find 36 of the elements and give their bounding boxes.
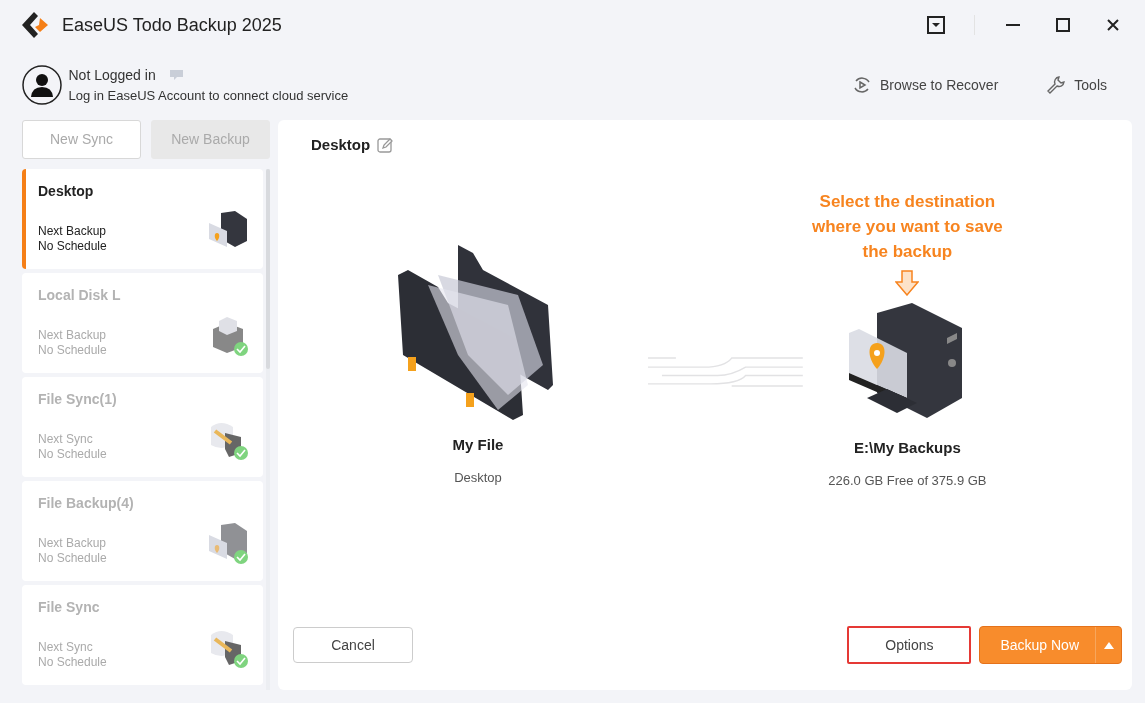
source-name: My File bbox=[452, 434, 504, 455]
schedule-text: No Schedule bbox=[38, 239, 108, 254]
login-status: Not Logged in bbox=[68, 65, 156, 85]
schedule-text: No Schedule bbox=[38, 343, 108, 358]
schedule-text: No Schedule bbox=[38, 551, 108, 566]
avatar-icon[interactable] bbox=[22, 65, 62, 105]
tools-button[interactable]: Tools bbox=[1046, 74, 1107, 96]
wrench-icon bbox=[1046, 75, 1067, 95]
browse-recover-button[interactable]: Browse to Recover bbox=[852, 74, 999, 96]
next-label: Next Sync bbox=[38, 640, 94, 655]
next-label: Next Backup bbox=[38, 536, 108, 551]
free-space-text: 226.0 GB Free of 375.9 GB bbox=[828, 472, 987, 490]
next-label: Next Backup bbox=[38, 328, 108, 343]
schedule-text: No Schedule bbox=[38, 655, 108, 670]
schedule-text: No Schedule bbox=[38, 447, 108, 462]
cancel-button[interactable]: Cancel bbox=[293, 627, 413, 663]
dropdown-menu-icon[interactable] bbox=[924, 13, 948, 37]
task-name: File Sync(1) bbox=[38, 390, 118, 409]
task-item[interactable]: Desktop Next Backup No Schedule bbox=[22, 169, 263, 269]
task-name: Desktop bbox=[38, 182, 95, 201]
destination-hint: Select the destination where you want to save the backup bbox=[810, 190, 1004, 263]
options-button[interactable]: Options bbox=[847, 626, 972, 664]
destination-name[interactable]: E:\My Backups bbox=[854, 436, 961, 459]
task-type-icon bbox=[207, 523, 249, 565]
edit-icon[interactable] bbox=[376, 137, 393, 154]
task-name: Local Disk L bbox=[38, 286, 122, 305]
source-location: Desktop bbox=[454, 469, 502, 487]
task-title: Desktop bbox=[311, 135, 371, 155]
down-arrow-icon bbox=[895, 270, 920, 296]
recover-icon bbox=[852, 75, 873, 95]
next-label: Next Backup bbox=[38, 224, 108, 239]
next-label: Next Sync bbox=[38, 432, 94, 447]
login-message[interactable]: Log in EaseUS Account to connect cloud service bbox=[68, 85, 349, 106]
window-title: EaseUS Todo Backup 2025 bbox=[62, 13, 282, 37]
task-name: File Backup(4) bbox=[38, 494, 135, 513]
task-name: File Sync bbox=[38, 598, 101, 617]
